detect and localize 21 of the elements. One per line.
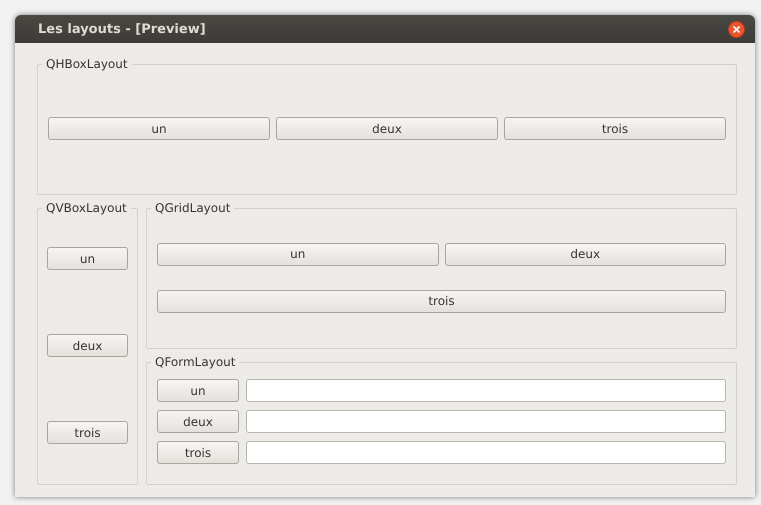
push-button[interactable]: deux — [47, 334, 128, 357]
input-field[interactable] — [246, 410, 726, 433]
group-title: QHBoxLayout — [45, 57, 129, 71]
push-button[interactable]: trois — [47, 421, 128, 444]
push-button[interactable]: deux — [276, 117, 498, 140]
group-title: QVBoxLayout — [45, 201, 128, 215]
push-button[interactable]: un — [47, 247, 128, 270]
window-title: Les layouts - [Preview] — [38, 22, 207, 36]
push-button[interactable]: trois — [157, 290, 726, 312]
close-icon[interactable] — [728, 20, 745, 38]
input-field[interactable] — [246, 379, 726, 402]
group-title: QFormLayout — [154, 355, 236, 369]
push-button[interactable]: un — [157, 242, 438, 266]
group-title: QGridLayout — [154, 201, 232, 215]
push-button[interactable]: un — [157, 379, 239, 402]
input-field[interactable] — [246, 441, 726, 464]
push-button[interactable]: un — [48, 117, 270, 140]
push-button[interactable]: trois — [157, 441, 239, 464]
push-button[interactable]: trois — [504, 117, 726, 140]
push-button[interactable]: deux — [444, 242, 726, 266]
push-button[interactable]: deux — [157, 410, 239, 433]
